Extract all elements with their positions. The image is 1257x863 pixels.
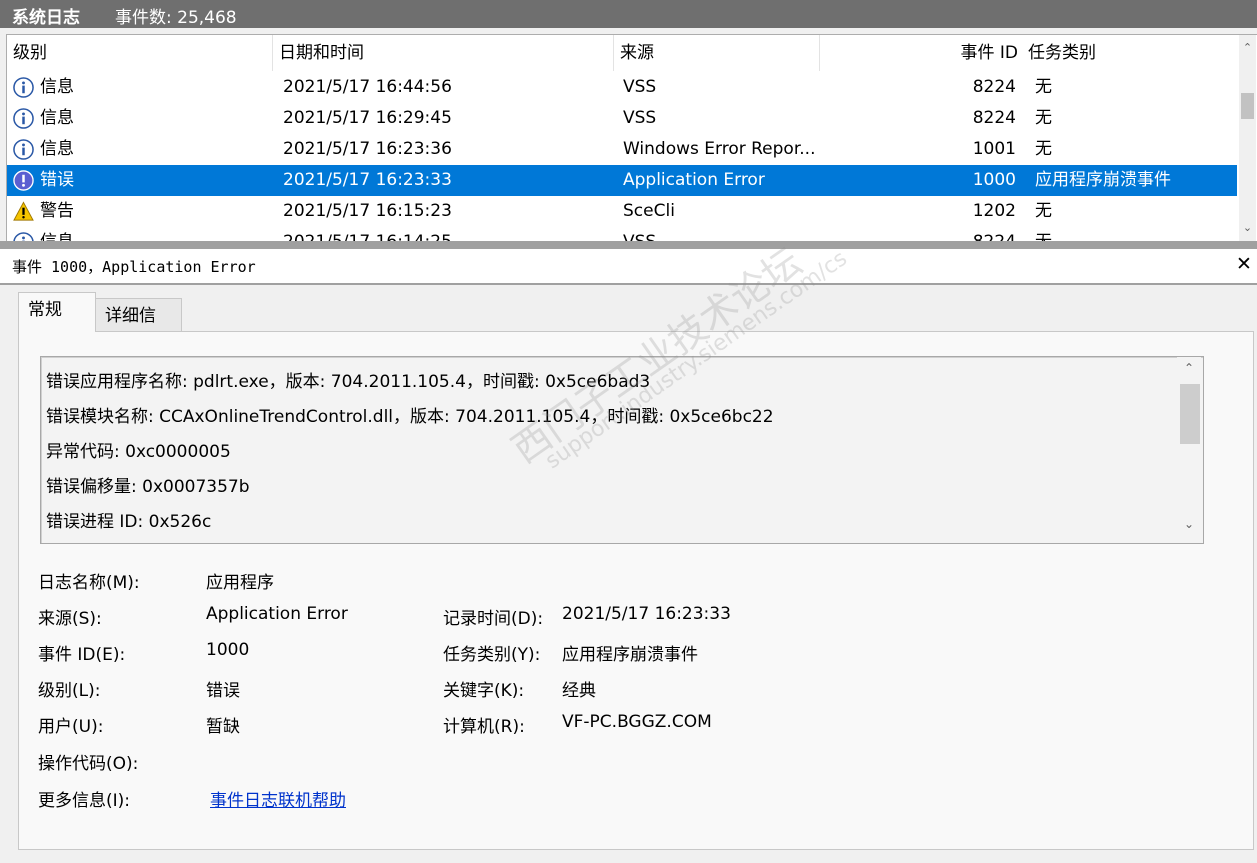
prop-event-id-label: 事件 ID(E): <box>38 645 126 665</box>
event-log-online-help-link[interactable]: 事件日志联机帮助 <box>210 786 346 811</box>
row-task: 无 <box>1035 77 1052 97</box>
scroll-down-arrow-icon[interactable]: ⌄ <box>1177 517 1201 531</box>
row-datetime: 2021/5/17 16:23:33 <box>283 170 452 190</box>
event-list-header: 级别 日期和时间 来源 事件 ID 任务类别 <box>7 35 1237 71</box>
prop-opcode-label: 操作代码(O): <box>38 754 139 774</box>
log-name: 系统日志 <box>12 8 80 28</box>
event-description[interactable]: 错误应用程序名称: pdlrt.exe，版本: 704.2011.105.4，时… <box>40 356 1204 544</box>
event-row[interactable]: 信息 2021/5/17 16:14:25 VSS 8224 无 <box>7 227 1237 242</box>
event-row[interactable]: 信息 2021/5/17 16:44:56 VSS 8224 无 <box>7 72 1237 103</box>
prop-source-value: Application Error <box>206 604 348 624</box>
prop-source-label: 来源(S): <box>38 609 102 629</box>
column-header-source-label: 来源 <box>620 43 654 63</box>
prop-computer-label: 计算机(R): <box>443 717 525 737</box>
column-header-event-id[interactable]: 事件 ID <box>820 35 1022 71</box>
column-header-level[interactable]: 级别 <box>7 35 273 71</box>
row-task: 无 <box>1035 139 1052 159</box>
row-datetime: 2021/5/17 16:15:23 <box>283 201 452 221</box>
row-event-id: 8224 <box>972 232 1016 242</box>
prop-user-label: 用户(U): <box>38 717 104 737</box>
prop-level-label: 级别(L): <box>38 681 101 701</box>
description-line: 错误偏移量: 0x0007357b <box>46 477 250 497</box>
description-line: 错误进程 ID: 0x526c <box>46 512 212 532</box>
prop-more-info-label: 更多信息(I): <box>38 791 131 811</box>
column-header-task[interactable]: 任务类别 <box>1022 35 1237 71</box>
prop-logged-label: 记录时间(D): <box>443 609 544 629</box>
row-source: SceCli <box>623 201 675 221</box>
event-list-scrollbar[interactable]: ⌃ ⌄ <box>1239 35 1256 241</box>
row-source: VSS <box>623 77 657 97</box>
row-event-id: 1001 <box>972 139 1016 159</box>
tab-details[interactable]: 详细信息 <box>95 298 182 360</box>
prop-task-label: 任务类别(Y): <box>443 645 541 665</box>
row-level: 信息 <box>40 108 74 128</box>
row-datetime: 2021/5/17 16:44:56 <box>283 77 452 97</box>
row-level: 信息 <box>40 232 74 242</box>
prop-level-value: 错误 <box>206 681 240 701</box>
row-level: 错误 <box>40 170 74 190</box>
row-task: 无 <box>1035 108 1052 128</box>
prop-user-value: 暂缺 <box>206 717 240 737</box>
row-event-id: 1000 <box>972 170 1016 190</box>
prop-keywords-label: 关键字(K): <box>443 681 525 701</box>
prop-event-id-value: 1000 <box>206 640 250 660</box>
description-line: 错误模块名称: CCAxOnlineTrendControl.dll，版本: 7… <box>46 407 774 427</box>
column-header-datetime[interactable]: 日期和时间 <box>273 35 614 71</box>
row-event-id: 8224 <box>972 77 1016 97</box>
row-source: Application Error <box>623 170 765 190</box>
row-level: 警告 <box>40 201 74 221</box>
event-count: 事件数: 25,468 <box>115 8 237 28</box>
prop-keywords-value: 经典 <box>562 681 596 701</box>
row-task: 无 <box>1035 201 1052 221</box>
row-datetime: 2021/5/17 16:14:25 <box>283 232 452 242</box>
description-line: 异常代码: 0xc0000005 <box>46 442 231 462</box>
row-datetime: 2021/5/17 16:29:45 <box>283 108 452 128</box>
column-header-source[interactable]: 来源 <box>614 35 820 71</box>
row-datetime: 2021/5/17 16:23:36 <box>283 139 452 159</box>
info-icon <box>13 108 34 129</box>
row-task: 应用程序崩溃事件 <box>1035 170 1171 190</box>
info-icon <box>13 139 34 160</box>
description-line: 错误应用程序名称: pdlrt.exe，版本: 704.2011.105.4，时… <box>46 372 651 392</box>
event-row-selected[interactable]: 错误 2021/5/17 16:23:33 Application Error … <box>7 165 1237 196</box>
prop-log-name-value: 应用程序 <box>206 573 274 593</box>
prop-logged-value: 2021/5/17 16:23:33 <box>562 604 731 624</box>
event-row[interactable]: 信息 2021/5/17 16:23:36 Windows Error Repo… <box>7 134 1237 165</box>
scroll-up-arrow-icon[interactable]: ⌃ <box>1239 39 1256 56</box>
event-row[interactable]: 警告 2021/5/17 16:15:23 SceCli 1202 无 <box>7 196 1237 227</box>
warning-icon <box>13 201 34 221</box>
scrollbar-thumb[interactable] <box>1241 93 1254 119</box>
row-task: 无 <box>1035 232 1052 242</box>
prop-log-name-label: 日志名称(M): <box>38 573 140 593</box>
scrollbar-thumb[interactable] <box>1180 384 1200 444</box>
info-icon <box>13 77 34 98</box>
event-row[interactable]: 信息 2021/5/17 16:29:45 VSS 8224 无 <box>7 103 1237 134</box>
scroll-up-arrow-icon[interactable]: ⌃ <box>1177 361 1201 375</box>
row-event-id: 8224 <box>972 108 1016 128</box>
event-detail-title: 事件 1000，Application Error <box>12 258 256 276</box>
tab-general[interactable]: 常规 <box>18 292 96 332</box>
pane-splitter[interactable] <box>0 241 1257 249</box>
scroll-down-arrow-icon[interactable]: ⌄ <box>1239 219 1256 236</box>
close-icon[interactable]: ✕ <box>1236 253 1252 275</box>
prop-computer-value: VF-PC.BGGZ.COM <box>562 712 712 732</box>
row-event-id: 1202 <box>972 201 1016 221</box>
row-level: 信息 <box>40 139 74 159</box>
row-source: VSS <box>623 232 657 242</box>
description-scrollbar[interactable]: ⌃ ⌄ <box>1177 357 1201 543</box>
row-source: VSS <box>623 108 657 128</box>
event-detail-header: 事件 1000，Application Error ✕ <box>0 249 1257 285</box>
prop-task-value: 应用程序崩溃事件 <box>562 645 698 665</box>
event-list[interactable]: 级别 日期和时间 来源 事件 ID 任务类别 信息 2021/5/17 16:4… <box>6 34 1257 242</box>
error-icon <box>13 170 34 191</box>
log-titlebar: 系统日志 事件数: 25,468 <box>0 0 1257 28</box>
row-level: 信息 <box>40 77 74 97</box>
row-source: Windows Error Repor... <box>623 139 816 159</box>
